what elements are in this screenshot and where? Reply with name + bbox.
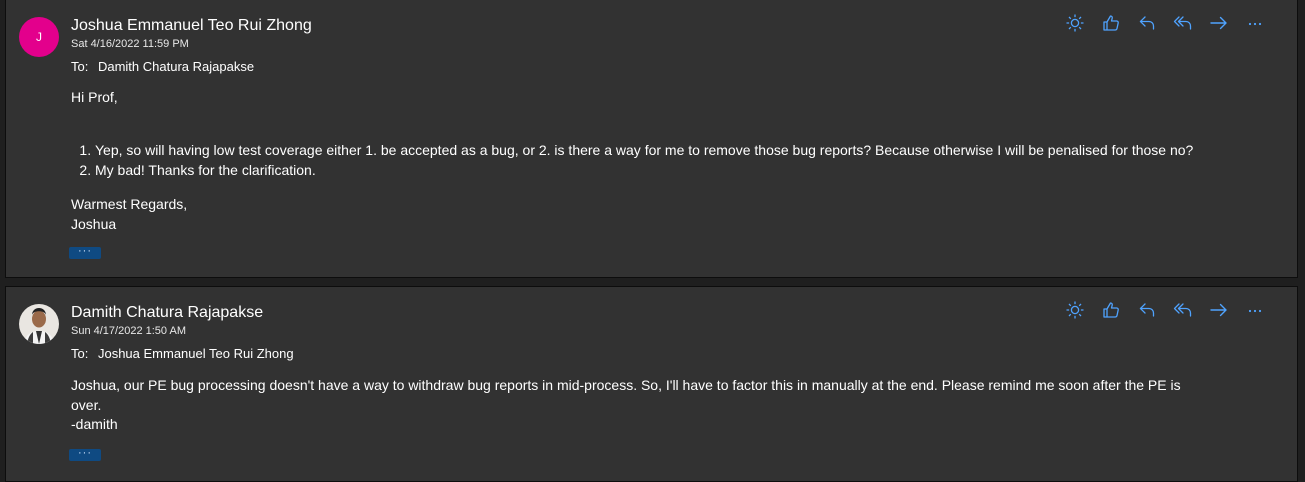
greeting-text: Hi Prof, bbox=[71, 89, 118, 105]
reply-all-icon[interactable] bbox=[1165, 298, 1201, 322]
show-more-button[interactable]: ··· bbox=[69, 246, 101, 259]
sender-avatar: J bbox=[19, 17, 59, 57]
forward-icon[interactable] bbox=[1201, 298, 1237, 322]
message-body: Joshua, our PE bug processing doesn't ha… bbox=[71, 376, 1281, 435]
sender-name[interactable]: Damith Chatura Rajapakse bbox=[71, 304, 263, 322]
more-icon[interactable] bbox=[1237, 298, 1273, 322]
thumbs-up-icon[interactable] bbox=[1093, 11, 1129, 35]
recipient-line: To: Damith Chatura Rajapakse bbox=[71, 59, 254, 74]
show-more-button[interactable]: ··· bbox=[69, 448, 101, 461]
message-actions bbox=[1057, 298, 1273, 322]
sun-icon[interactable] bbox=[1057, 11, 1093, 35]
body-line: Joshua, our PE bug processing doesn't ha… bbox=[71, 377, 1181, 393]
forward-icon[interactable] bbox=[1201, 11, 1237, 35]
to-label: To: bbox=[71, 59, 89, 74]
body-line: over. bbox=[71, 396, 102, 413]
message-date: Sat 4/16/2022 11:59 PM bbox=[71, 38, 189, 50]
list-item: My bad! Thanks for the clarification. bbox=[95, 161, 1290, 181]
signoff: Warmest Regards, Joshua bbox=[71, 195, 187, 234]
message-card-2: Damith Chatura Rajapakse Sun 4/17/2022 1… bbox=[5, 286, 1298, 482]
more-icon[interactable] bbox=[1237, 11, 1273, 35]
recipient-name[interactable]: Damith Chatura Rajapakse bbox=[98, 59, 254, 74]
body-signature: -damith bbox=[71, 416, 118, 432]
to-label: To: bbox=[71, 346, 89, 361]
message-body: Hi Prof, bbox=[71, 88, 118, 108]
signoff-line: Warmest Regards, bbox=[71, 196, 188, 212]
reply-icon[interactable] bbox=[1129, 11, 1165, 35]
signoff-name: Joshua bbox=[71, 215, 117, 232]
message-date: Sun 4/17/2022 1:50 AM bbox=[71, 325, 186, 337]
reply-icon[interactable] bbox=[1129, 298, 1165, 322]
recipient-line: To: Joshua Emmanuel Teo Rui Zhong bbox=[71, 346, 294, 361]
message-actions bbox=[1057, 11, 1273, 35]
sun-icon[interactable] bbox=[1057, 298, 1093, 322]
sender-avatar bbox=[19, 304, 59, 344]
message-card-1: J Joshua Emmanuel Teo Rui Zhong Sat 4/16… bbox=[5, 0, 1298, 278]
list-item: Yep, so will having low test coverage ei… bbox=[95, 141, 1290, 161]
reply-all-icon[interactable] bbox=[1165, 11, 1201, 35]
recipient-name[interactable]: Joshua Emmanuel Teo Rui Zhong bbox=[98, 346, 294, 361]
thumbs-up-icon[interactable] bbox=[1093, 298, 1129, 322]
sender-name[interactable]: Joshua Emmanuel Teo Rui Zhong bbox=[71, 17, 312, 35]
message-list: Yep, so will having low test coverage ei… bbox=[55, 141, 1290, 180]
